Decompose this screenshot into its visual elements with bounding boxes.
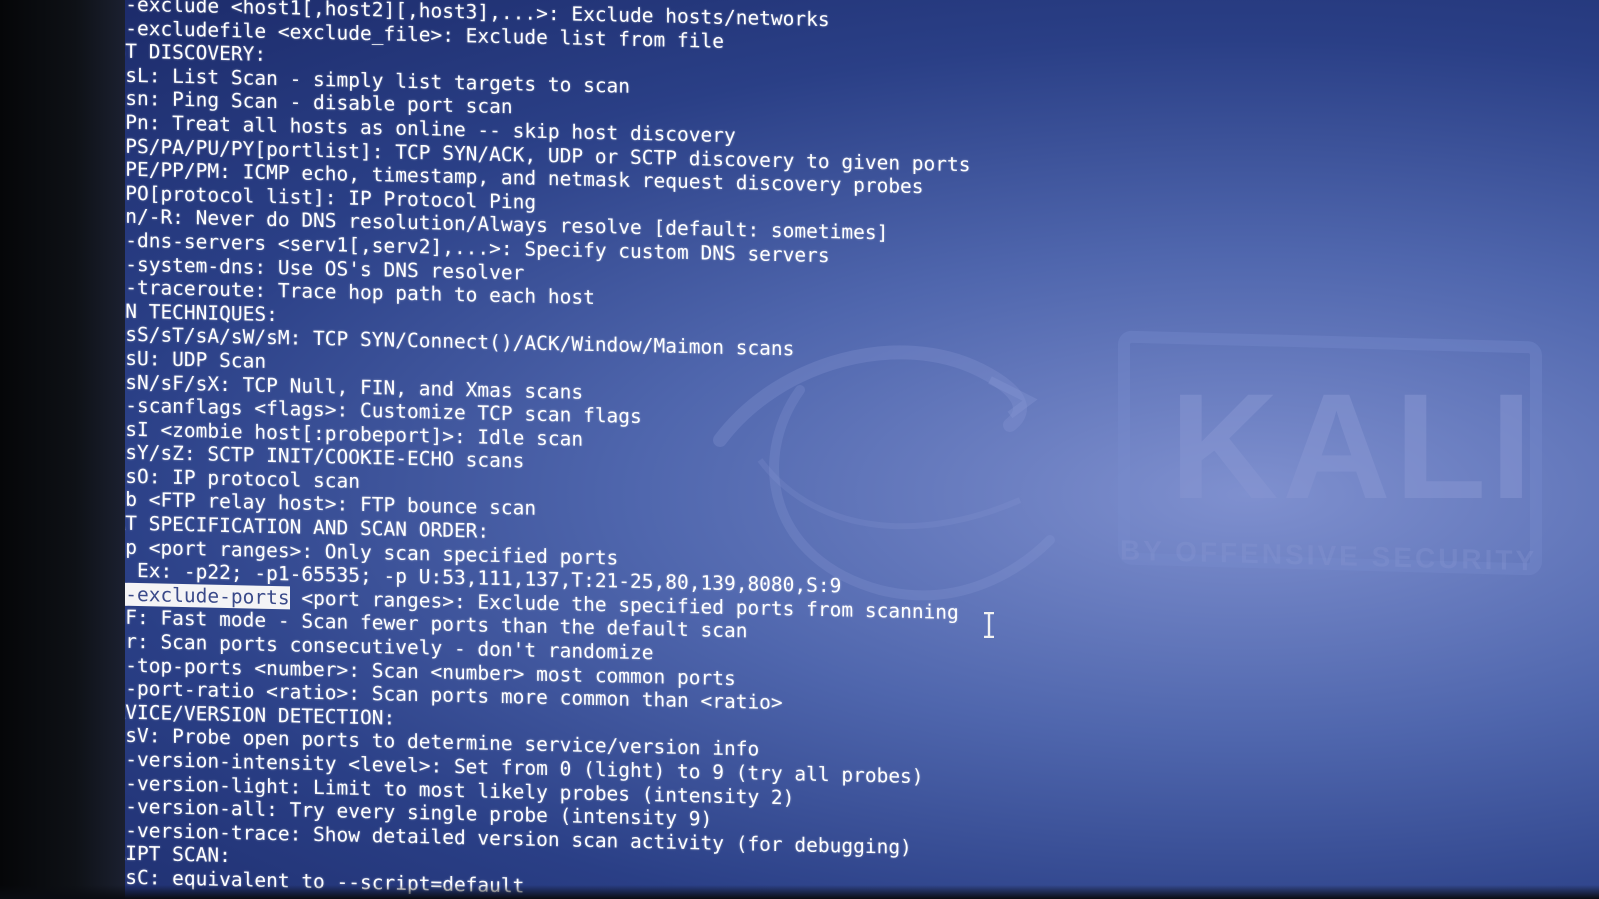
desktop-screen: KALI BY OFFENSIVE SECURITY --exclude <ho… [0,0,1599,899]
terminal-lines-after: -F: Fast mode - Scan fewer ports than th… [90,605,1190,899]
text-cursor-icon [984,612,994,638]
terminal-lines-before: --exclude <host1[,host2][,host3],...>: E… [90,0,1190,606]
monitor-bezel-bottom [0,885,1599,899]
kali-logo-text: KALI [1170,362,1536,530]
text-selection[interactable]: --exclude-ports [113,582,290,610]
monitor-bezel-left [0,0,125,899]
terminal-output[interactable]: --exclude <host1[,host2][,host3],...>: E… [90,0,1190,899]
